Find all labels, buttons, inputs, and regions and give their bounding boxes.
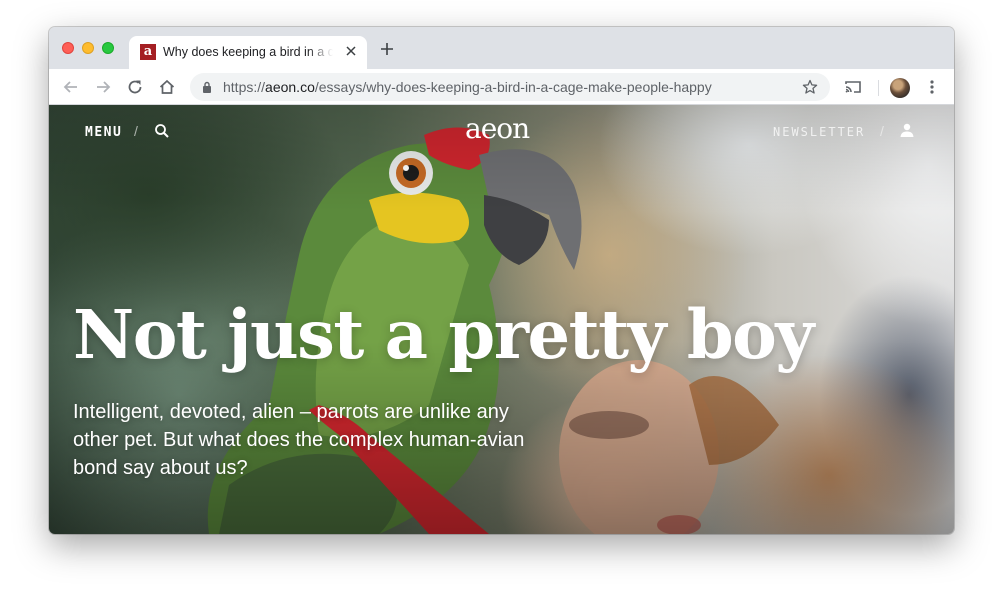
aeon-logo[interactable]: aeon <box>465 113 530 145</box>
nav-divider-right: / <box>880 123 884 139</box>
url-path: /essays/why-does-keeping-a-bird-in-a-cag… <box>314 79 712 95</box>
lock-icon[interactable] <box>202 81 212 93</box>
search-icon[interactable] <box>154 123 170 139</box>
aeon-favicon-icon: a <box>140 44 156 60</box>
tab-title: Why does keeping a bird in a cage make p… <box>163 45 333 59</box>
article-standfirst: Intelligent, devoted, alien – parrots ar… <box>73 401 525 479</box>
url-text[interactable]: https://aeon.co/essays/why-does-keeping-… <box>223 79 712 95</box>
profile-avatar[interactable] <box>890 78 910 98</box>
reload-icon[interactable] <box>125 77 145 97</box>
plus-icon[interactable] <box>380 42 394 56</box>
close-icon[interactable] <box>343 43 359 59</box>
home-icon[interactable] <box>157 77 177 97</box>
browser-toolbar: https://aeon.co/essays/why-does-keeping-… <box>49 69 954 105</box>
kebab-menu-icon[interactable] <box>922 77 942 97</box>
browser-window: a Why does keeping a bird in a cage make… <box>49 27 954 534</box>
nav-divider: / <box>134 123 138 139</box>
newsletter-link[interactable]: NEWSLETTER <box>773 125 865 139</box>
article-hero: MENU / aeon NEWSLETTER / Not just a pret… <box>49 105 954 534</box>
toolbar-divider <box>878 80 879 96</box>
zoom-window-button[interactable] <box>102 42 114 54</box>
user-icon[interactable] <box>899 122 915 138</box>
close-window-button[interactable] <box>62 42 74 54</box>
url-host: aeon.co <box>265 79 315 95</box>
active-tab[interactable]: a Why does keeping a bird in a cage make… <box>129 36 367 69</box>
forward-arrow-icon[interactable] <box>93 77 113 97</box>
url-scheme: https:// <box>223 79 266 95</box>
menu-link[interactable]: MENU <box>85 125 122 140</box>
tab-strip: a Why does keeping a bird in a cage make… <box>49 27 954 69</box>
back-arrow-icon[interactable] <box>61 77 81 97</box>
address-bar[interactable]: https://aeon.co/essays/why-does-keeping-… <box>190 73 830 101</box>
cast-icon[interactable] <box>843 77 863 97</box>
bookmark-star-icon[interactable] <box>802 79 818 95</box>
article-headline[interactable]: Not just a pretty boy <box>73 295 833 375</box>
minimize-window-button[interactable] <box>82 42 94 54</box>
